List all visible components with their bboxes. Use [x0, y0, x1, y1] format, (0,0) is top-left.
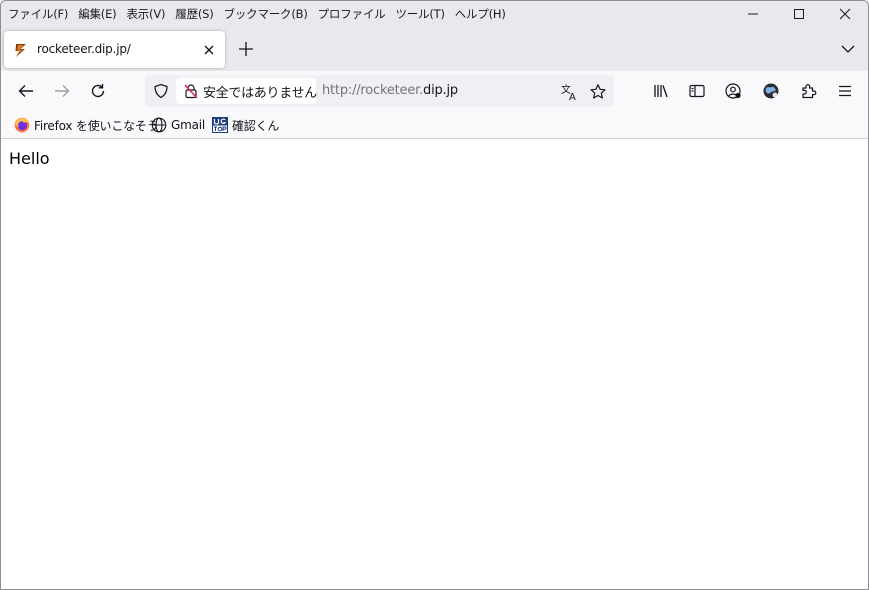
menu-bar: ファイル(F) 編集(E) 表示(V) 履歴(S) ブックマーク(B) プロファ…: [1, 2, 511, 26]
extensions-button[interactable]: [799, 81, 819, 101]
puzzle-icon: [802, 84, 817, 99]
minimize-button[interactable]: [730, 1, 776, 27]
maximize-icon: [794, 9, 804, 19]
reload-icon: [91, 84, 105, 98]
reload-button[interactable]: [88, 81, 108, 101]
library-button[interactable]: [651, 81, 671, 101]
bookmark-label: 確認くん: [232, 118, 280, 133]
menu-view[interactable]: 表示(V): [121, 3, 170, 25]
tab-title: rocketeer.dip.jp/: [37, 42, 131, 56]
close-window-button[interactable]: [822, 1, 868, 27]
star-icon[interactable]: [589, 83, 607, 101]
bookmarks-toolbar: Firefox を使いこなそう Gmail 確認くん: [1, 111, 868, 139]
menu-edit[interactable]: 編集(E): [73, 3, 121, 25]
tab-strip: rocketeer.dip.jp/: [1, 27, 868, 71]
svg-text:A: A: [569, 92, 576, 101]
bookmark-kakunin-kun[interactable]: 確認くん: [212, 116, 279, 134]
menu-bookmarks[interactable]: ブックマーク(B): [219, 3, 313, 25]
account-icon: [725, 83, 741, 99]
translate-icon[interactable]: 文 A: [561, 83, 579, 101]
connection-insecure-chip[interactable]: 安全ではありません: [176, 78, 317, 104]
browser-window: ファイル(F) 編集(E) 表示(V) 履歴(S) ブックマーク(B) プロファ…: [0, 0, 869, 590]
menu-tools[interactable]: ツール(T): [390, 3, 449, 25]
menu-file[interactable]: ファイル(F): [3, 3, 73, 25]
globe-icon: [151, 117, 167, 133]
title-bar: ファイル(F) 編集(E) 表示(V) 履歴(S) ブックマーク(B) プロファ…: [1, 1, 868, 27]
url-host: dip.jp: [423, 83, 458, 98]
menu-profiles[interactable]: プロファイル: [313, 3, 391, 25]
bookmark-label: Gmail: [171, 118, 206, 132]
app-menu-button[interactable]: [835, 81, 855, 101]
back-button[interactable]: [16, 81, 36, 101]
sidebar-button[interactable]: [687, 81, 707, 101]
ug-top-icon: [212, 117, 228, 133]
close-icon: [839, 8, 851, 20]
window-controls: [730, 1, 868, 27]
url-text[interactable]: http://rocketeer.dip.jp: [322, 83, 458, 98]
tab-rocketeer[interactable]: rocketeer.dip.jp/: [4, 31, 225, 68]
chevron-down-icon[interactable]: [840, 41, 856, 57]
navigation-toolbar: 安全ではありません http://rocketeer.dip.jp 文 A: [1, 71, 868, 111]
url-prefix: http://rocketeer.: [322, 83, 424, 98]
new-tab-plus-icon[interactable]: [237, 40, 255, 58]
arrow-left-icon: [18, 85, 33, 97]
minimize-icon: [748, 13, 758, 15]
hamburger-menu-icon: [839, 85, 851, 97]
library-icon: [654, 85, 668, 98]
maximize-button[interactable]: [776, 1, 822, 27]
menu-history[interactable]: 履歴(S): [170, 3, 218, 25]
account-button[interactable]: [723, 81, 743, 101]
page-body-text: Hello: [9, 149, 50, 168]
bookmark-label: Firefox を使いこなそう: [34, 118, 159, 133]
shield-icon[interactable]: [153, 83, 169, 99]
globe-extension-icon: [763, 83, 779, 99]
insecure-label: 安全ではありません: [203, 86, 317, 101]
tab-close-icon[interactable]: [201, 42, 217, 58]
sidebar-icon: [689, 84, 705, 98]
arrow-right-icon: [55, 85, 70, 97]
bookmark-gmail[interactable]: Gmail: [151, 116, 205, 134]
firefox-icon: [14, 117, 30, 133]
url-bar[interactable]: 安全ではありません http://rocketeer.dip.jp 文 A: [145, 75, 614, 107]
insecure-lock-icon: [184, 84, 198, 99]
menu-help[interactable]: ヘルプ(H): [450, 3, 511, 25]
bookmark-firefox-tips[interactable]: Firefox を使いこなそう: [14, 116, 159, 134]
forward-button[interactable]: [52, 81, 72, 101]
page-content: Hello: [1, 140, 868, 589]
vpn-extension-button[interactable]: [761, 81, 781, 101]
lightning-favicon-icon: [15, 44, 26, 57]
